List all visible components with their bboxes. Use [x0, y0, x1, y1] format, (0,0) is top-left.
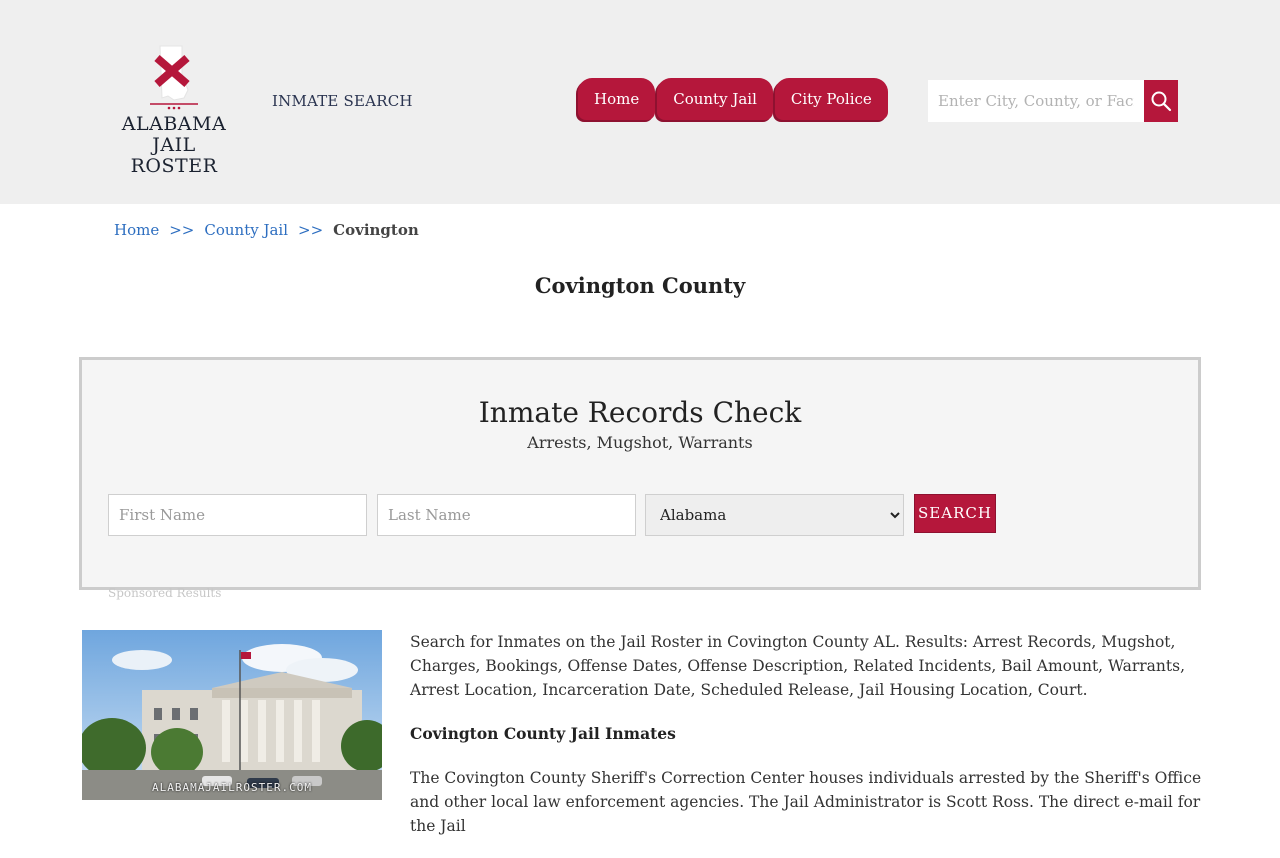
breadcrumb-separator: >>: [169, 221, 195, 239]
records-check-title: Inmate Records Check: [478, 396, 802, 429]
first-name-input[interactable]: [108, 494, 367, 536]
breadcrumb-separator: >>: [298, 221, 324, 239]
site-logo[interactable]: ALABAMA JAIL ROSTER: [108, 44, 240, 177]
jail-inmates-heading: Covington County Jail Inmates: [410, 724, 676, 743]
courthouse-image: [82, 630, 382, 800]
main-content: Search for Inmates on the Jail Roster in…: [410, 630, 1210, 858]
courthouse-photo: ALABAMAJAILROSTER.COM: [82, 630, 382, 800]
inmate-records-check-panel: Inmate Records Check Arrests, Mugshot, W…: [79, 357, 1201, 590]
logo-line-1: ALABAMA: [121, 113, 227, 135]
nav-city-police-button[interactable]: City Police: [774, 78, 888, 120]
nav-county-jail-button[interactable]: County Jail: [657, 78, 773, 120]
last-name-input[interactable]: [377, 494, 636, 536]
nav-home-button[interactable]: Home: [578, 78, 656, 120]
intro-paragraph: Search for Inmates on the Jail Roster in…: [410, 633, 1185, 699]
page-title: Covington County: [534, 273, 746, 298]
inmate-search-link[interactable]: INMATE SEARCH: [272, 92, 413, 110]
body-paragraph: The Covington County Sheriff's Correctio…: [410, 769, 1202, 835]
logo-line-2: JAIL ROSTER: [130, 134, 218, 177]
facility-search-input[interactable]: [928, 80, 1144, 122]
breadcrumb-current: Covington: [333, 221, 419, 239]
main-nav: Home County Jail City Police: [578, 78, 890, 120]
breadcrumb-home-link[interactable]: Home: [114, 221, 159, 239]
facility-search-button[interactable]: [1144, 80, 1178, 122]
alabama-flag-logo-icon: [150, 45, 198, 110]
state-select[interactable]: Alabama: [645, 494, 904, 536]
breadcrumb-county-jail-link[interactable]: County Jail: [204, 221, 288, 239]
site-header: ALABAMA JAIL ROSTER INMATE SEARCH Home C…: [0, 0, 1280, 204]
photo-watermark: ALABAMAJAILROSTER.COM: [151, 781, 313, 794]
logo-text: ALABAMA JAIL ROSTER: [108, 114, 240, 177]
search-icon: [1151, 91, 1172, 112]
records-search-button[interactable]: SEARCH: [914, 494, 996, 533]
sponsored-results-label: Sponsored Results: [108, 586, 222, 600]
breadcrumb: Home >> County Jail >> Covington: [114, 221, 419, 239]
records-check-subtitle: Arrests, Mugshot, Warrants: [527, 433, 753, 452]
